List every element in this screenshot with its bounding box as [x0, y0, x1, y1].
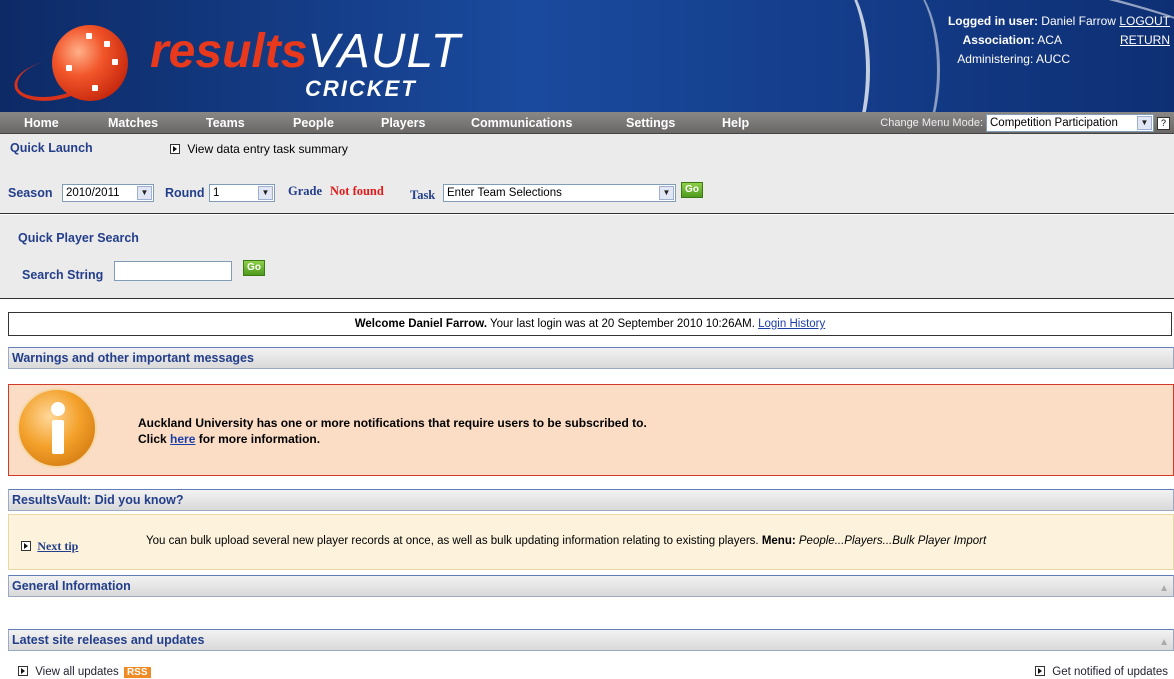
- warning-click-text: Click: [138, 432, 167, 446]
- round-select[interactable]: 1 ▼: [209, 184, 275, 202]
- player-search-title: Quick Player Search: [18, 231, 139, 245]
- chevron-down-icon[interactable]: ▼: [1137, 116, 1152, 130]
- tip-menu-label: Menu:: [761, 535, 796, 547]
- quick-launch-title: Quick Launch: [10, 141, 93, 155]
- arrow-right-icon: [170, 144, 180, 154]
- warnings-title: Warnings and other important messages: [12, 351, 254, 365]
- association-label: Association:: [962, 33, 1035, 47]
- releases-section-header[interactable]: Latest site releases and updates ▲: [8, 629, 1174, 651]
- menu-item-communications[interactable]: Communications: [471, 116, 572, 130]
- last-login-text: Your last login was at 20 September 2010…: [490, 318, 755, 330]
- warning-more-info-text: for more information.: [198, 432, 321, 446]
- banner-streak: [780, 0, 870, 112]
- menu-mode-value: Competition Participation: [990, 117, 1118, 129]
- cricket-ball-logo-icon: [52, 25, 128, 101]
- arrow-right-icon: [18, 666, 28, 676]
- task-label: Task: [410, 188, 436, 202]
- menu-item-matches[interactable]: Matches: [108, 116, 158, 130]
- general-info-section-header[interactable]: General Information ▲: [8, 575, 1174, 597]
- chevron-down-icon[interactable]: ▼: [659, 186, 674, 200]
- get-notified-link[interactable]: Get notified of updates: [1052, 666, 1168, 678]
- login-info: Logged in user: Daniel Farrow LOGOUT Ass…: [948, 12, 1170, 69]
- tip-text: You can bulk upload several new player r…: [146, 535, 986, 547]
- menu-item-help[interactable]: Help: [722, 116, 749, 130]
- association-value: ACA: [1037, 33, 1062, 47]
- menu-mode-label: Change Menu Mode:: [880, 117, 983, 129]
- user-label: Logged in user:: [947, 14, 1038, 28]
- tip-menu-path: People...Players...Bulk Player Import: [798, 535, 987, 547]
- brand-name-red: results: [150, 25, 308, 78]
- task-select[interactable]: Enter Team Selections ▼: [443, 184, 676, 202]
- header-banner: resultsVAULT CRICKET Logged in user: Dan…: [0, 0, 1174, 112]
- task-summary-link[interactable]: View data entry task summary: [187, 142, 348, 156]
- did-you-know-title: ResultsVault: Did you know?: [12, 493, 184, 507]
- season-value: 2010/2011: [66, 187, 120, 199]
- warning-message-box: Auckland University has one or more noti…: [8, 384, 1174, 476]
- get-notified-link-group[interactable]: Get notified of updates: [1035, 666, 1168, 678]
- help-icon[interactable]: ?: [1157, 116, 1170, 130]
- search-string-input[interactable]: [114, 261, 232, 281]
- did-you-know-section-header[interactable]: ResultsVault: Did you know?: [8, 489, 1174, 511]
- chevron-down-icon[interactable]: ▼: [258, 186, 273, 200]
- warnings-section-header[interactable]: Warnings and other important messages: [8, 347, 1174, 369]
- warning-here-link[interactable]: here: [170, 432, 195, 446]
- arrow-right-icon: [1035, 666, 1046, 676]
- view-all-updates-link-group[interactable]: View all updates RSS: [18, 666, 151, 678]
- quick-launch-panel: Quick Launch View data entry task summar…: [0, 134, 1174, 214]
- menu-item-settings[interactable]: Settings: [626, 116, 675, 130]
- brand-logo-text: resultsVAULT: [150, 28, 461, 76]
- season-label: Season: [8, 186, 53, 200]
- login-history-link[interactable]: Login History: [758, 318, 825, 330]
- task-summary-link-group[interactable]: View data entry task summary: [170, 142, 348, 156]
- tip-box: Next tip You can bulk upload several new…: [8, 514, 1174, 570]
- welcome-greeting: Welcome Daniel Farrow.: [354, 318, 488, 330]
- menu-mode-select[interactable]: Competition Participation ▼: [986, 114, 1154, 132]
- player-search-panel: Quick Player Search Search String Go: [0, 215, 1174, 299]
- brand-name-white: VAULT: [307, 25, 461, 78]
- tip-body: You can bulk upload several new player r…: [146, 535, 759, 547]
- arrow-right-icon: [21, 541, 31, 551]
- quick-launch-go-button[interactable]: Go: [681, 182, 703, 198]
- search-string-label: Search String: [22, 268, 104, 282]
- return-link[interactable]: RETURN: [1120, 33, 1170, 47]
- releases-title: Latest site releases and updates: [12, 633, 205, 647]
- next-tip-link[interactable]: Next tip: [37, 539, 78, 553]
- grade-value: Not found: [330, 184, 384, 198]
- general-info-title: General Information: [12, 579, 131, 593]
- logout-link[interactable]: LOGOUT: [1119, 14, 1170, 28]
- administering-text: Administering: AUCC: [957, 52, 1070, 66]
- collapse-icon[interactable]: ▲: [1159, 579, 1169, 599]
- player-search-go-button[interactable]: Go: [243, 260, 265, 276]
- brand-sub: CRICKET: [305, 76, 417, 101]
- season-select[interactable]: 2010/2011 ▼: [62, 184, 154, 202]
- collapse-icon[interactable]: ▲: [1159, 633, 1169, 653]
- user-name: Daniel Farrow: [1041, 14, 1116, 28]
- next-tip-link-group[interactable]: Next tip: [21, 539, 78, 554]
- view-all-updates-link[interactable]: View all updates: [35, 666, 119, 678]
- task-value: Enter Team Selections: [447, 187, 562, 199]
- menu-item-people[interactable]: People: [293, 116, 334, 130]
- banner-streak: [860, 0, 940, 112]
- menu-item-home[interactable]: Home: [24, 116, 59, 130]
- round-label: Round: [165, 186, 205, 200]
- info-icon: [17, 388, 97, 468]
- round-value: 1: [213, 187, 220, 199]
- menu-item-players[interactable]: Players: [381, 116, 425, 130]
- welcome-bar: Welcome Daniel Farrow. Your last login w…: [8, 312, 1172, 336]
- menu-item-teams[interactable]: Teams: [206, 116, 245, 130]
- rss-badge[interactable]: RSS: [123, 667, 151, 678]
- main-menu-bar: Home Matches Teams People Players Commun…: [0, 112, 1174, 134]
- menu-mode-group: Change Menu Mode: Competition Participat…: [880, 113, 1170, 133]
- chevron-down-icon[interactable]: ▼: [137, 186, 152, 200]
- grade-label: Grade: [288, 184, 323, 198]
- warning-text: Auckland University has one or more noti…: [138, 415, 647, 447]
- warning-line-1: Auckland University has one or more noti…: [138, 416, 647, 430]
